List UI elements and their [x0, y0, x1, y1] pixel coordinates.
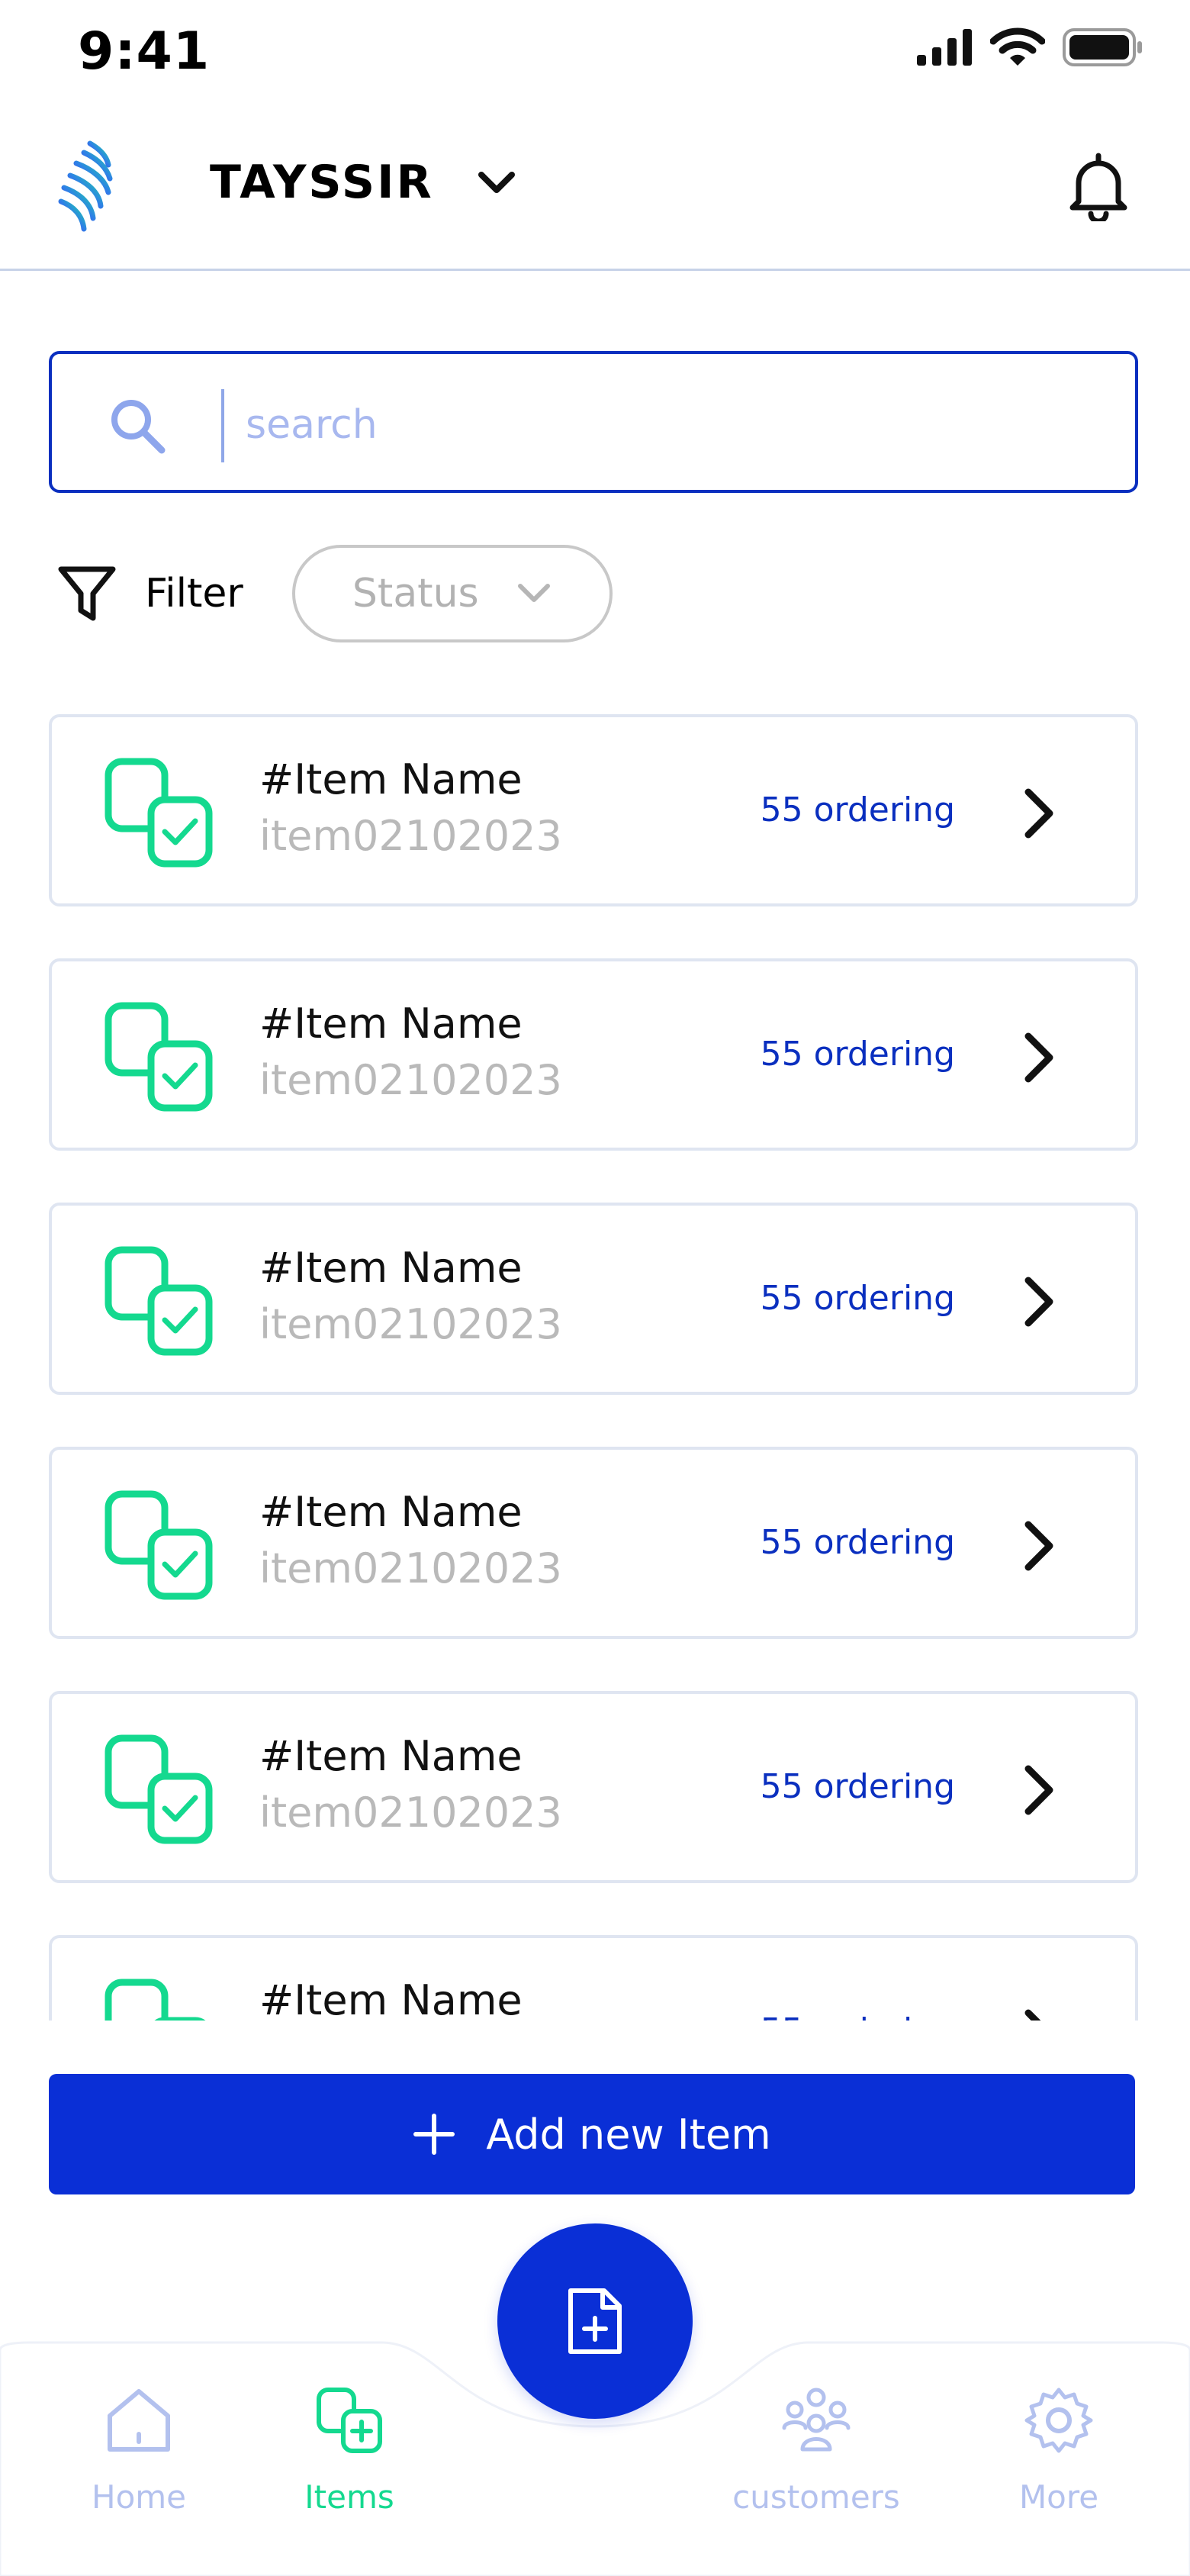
signal-icon: [917, 29, 972, 66]
item-order-count: 55 ordering: [760, 1767, 955, 1806]
plus-icon: [413, 2114, 455, 2155]
item-name: #Item Name: [259, 755, 523, 803]
items-icon: [317, 2388, 382, 2453]
new-document-icon: [568, 2288, 622, 2354]
list-item[interactable]: #Item Name item02102023 55 ordering: [49, 714, 1138, 906]
list-item[interactable]: #Item Name item02102023 55 ordering: [49, 1447, 1138, 1639]
list-item[interactable]: #Item Name item02102023 55 ordering: [49, 1691, 1138, 1883]
items-icon: [105, 1246, 213, 1356]
wifi-icon: [990, 27, 1045, 66]
nav-customers[interactable]: customers: [725, 2385, 908, 2516]
item-name: #Item Name: [259, 1488, 523, 1536]
list-item[interactable]: #Item Name item02102023 55 ordering: [49, 1203, 1138, 1395]
status-icons: [915, 27, 1144, 67]
items-icon: [105, 1734, 213, 1844]
status-dropdown-label: Status: [352, 571, 479, 617]
nav-home[interactable]: Home: [47, 2385, 230, 2516]
chevron-down-icon: [478, 172, 515, 193]
item-code: item02102023: [259, 1300, 562, 1348]
item-code: item02102023: [259, 1544, 562, 1592]
app-header: TAYSSIR: [0, 107, 1190, 271]
item-name: #Item Name: [259, 1732, 523, 1780]
bell-icon[interactable]: [1068, 151, 1129, 221]
item-code: item02102023: [259, 1789, 562, 1837]
items-icon: [105, 1002, 213, 1112]
company-selector[interactable]: TAYSSIR: [210, 156, 516, 209]
company-name: TAYSSIR: [210, 156, 434, 209]
nav-more[interactable]: More: [967, 2385, 1150, 2516]
battery-icon: [1063, 28, 1142, 66]
nav-items-label: Items: [304, 2478, 394, 2516]
item-name: #Item Name: [259, 1000, 523, 1048]
nav-home-label: Home: [91, 2478, 187, 2516]
filter-row: Filter Status: [56, 543, 613, 644]
status-dropdown[interactable]: Status: [291, 545, 613, 642]
chevron-right-icon: [1024, 2009, 1041, 2021]
chevron-right-icon: [1024, 1765, 1053, 1815]
item-order-count: 55 ordering: [761, 2011, 955, 2021]
items-icon: [105, 758, 213, 868]
chevron-down-icon: [517, 584, 550, 602]
nav-items[interactable]: Items: [258, 2385, 441, 2516]
chevron-right-icon: [1024, 1032, 1053, 1083]
item-code: item02102023: [259, 1056, 562, 1104]
items-icon: [105, 1490, 213, 1600]
text-cursor: [221, 389, 224, 462]
filter-label: Filter: [145, 571, 243, 617]
status-bar: 9:41: [0, 0, 1190, 107]
item-name: #Item Name: [259, 1244, 523, 1292]
tayssir-logo: [58, 140, 113, 232]
list-item[interactable]: #Item Name item02102023 55 ordering: [49, 1935, 1138, 2021]
item-name: #Item Name: [259, 1976, 523, 2021]
home-icon: [108, 2389, 170, 2452]
customers-icon: [782, 2388, 851, 2452]
nav-customers-label: customers: [732, 2478, 900, 2516]
add-new-item-button[interactable]: Add new Item: [49, 2074, 1135, 2194]
chevron-right-icon: [1024, 1521, 1053, 1571]
chevron-right-icon: [1024, 1277, 1053, 1327]
search-input[interactable]: [244, 385, 1086, 465]
chevron-right-icon: [1024, 788, 1053, 839]
list-item[interactable]: #Item Name item02102023 55 ordering: [49, 958, 1138, 1151]
item-order-count: 55 ordering: [760, 1523, 955, 1562]
add-new-item-label: Add new Item: [486, 2110, 771, 2159]
item-list[interactable]: #Item Name item02102023 55 ordering #Ite…: [49, 714, 1141, 2021]
item-order-count: 55 ordering: [760, 1279, 955, 1318]
filter-icon[interactable]: [56, 563, 117, 624]
gear-icon: [1024, 2388, 1093, 2453]
nav-more-label: More: [1018, 2478, 1099, 2516]
items-icon: [105, 1979, 206, 2021]
new-document-fab[interactable]: [497, 2223, 693, 2419]
status-time: 9:41: [78, 21, 211, 82]
item-order-count: 55 ordering: [760, 791, 955, 829]
item-order-count: 55 ordering: [760, 1035, 955, 1074]
item-code: item02102023: [259, 812, 562, 860]
search-icon: [111, 400, 166, 454]
search-box[interactable]: [49, 351, 1138, 493]
